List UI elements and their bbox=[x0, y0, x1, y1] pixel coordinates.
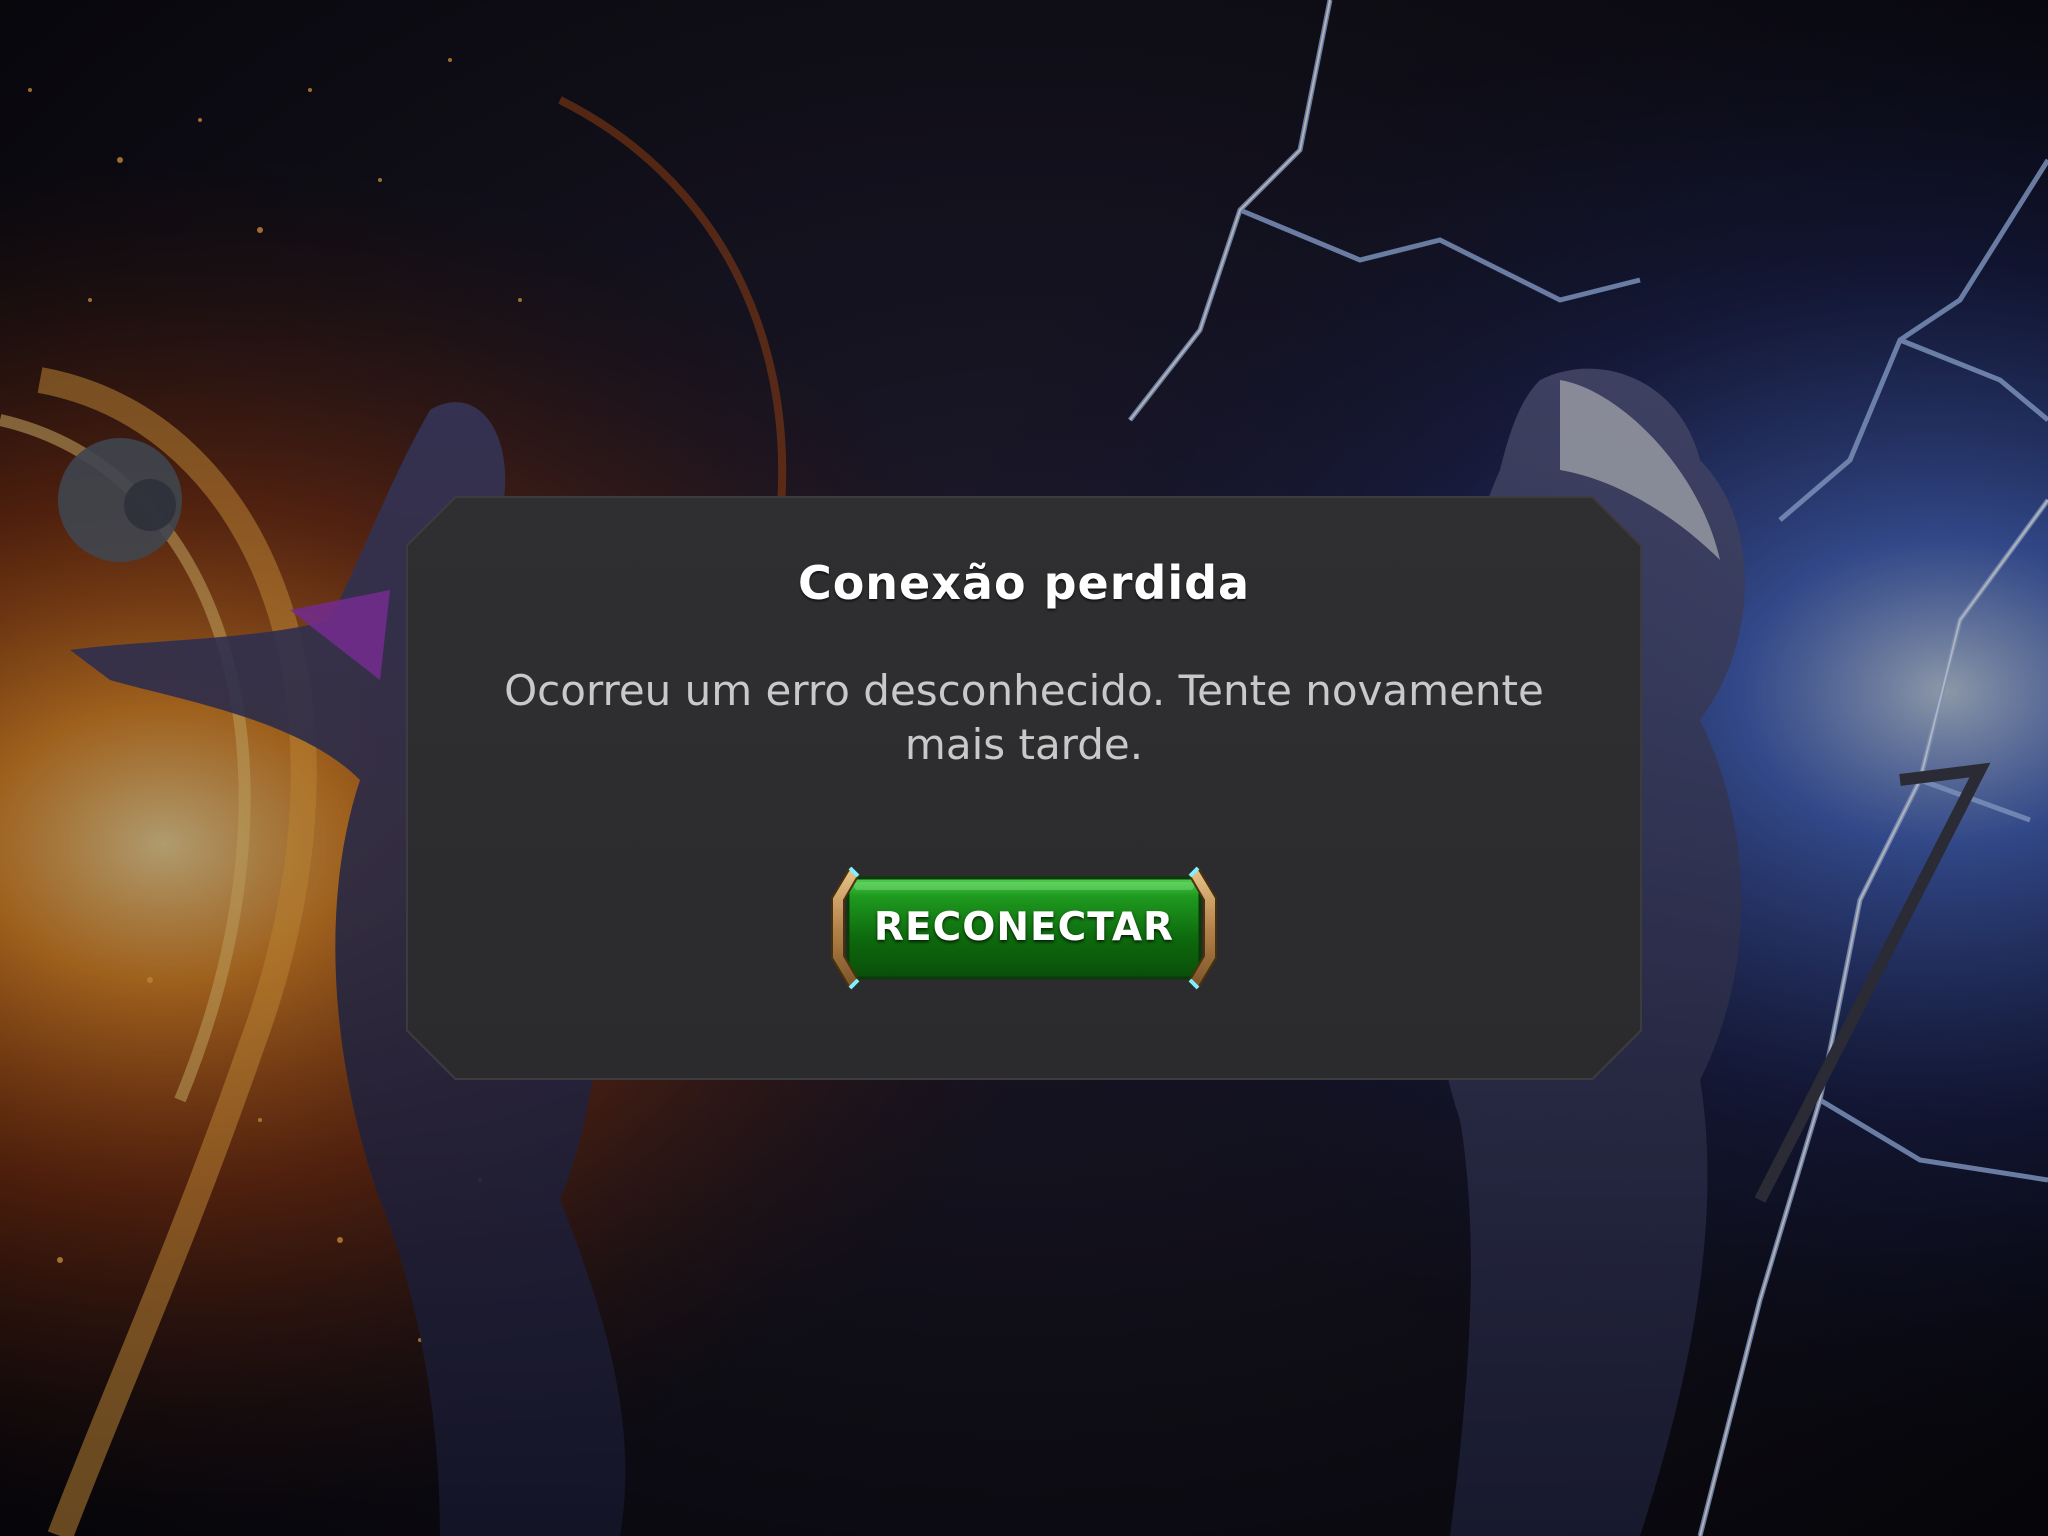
dialog-title: Conexão perdida bbox=[797, 556, 1251, 610]
game-screen: Conexão perdida Ocorreu um erro desconhe… bbox=[0, 0, 2048, 1536]
reconnect-button[interactable]: RECONECTAR bbox=[818, 858, 1230, 998]
connection-lost-dialog: Conexão perdida Ocorreu um erro desconhe… bbox=[408, 498, 1640, 1078]
dialog-message: Ocorreu um erro desconhecido. Tente nova… bbox=[504, 666, 1544, 769]
reconnect-button-label: RECONECTAR bbox=[873, 905, 1175, 950]
